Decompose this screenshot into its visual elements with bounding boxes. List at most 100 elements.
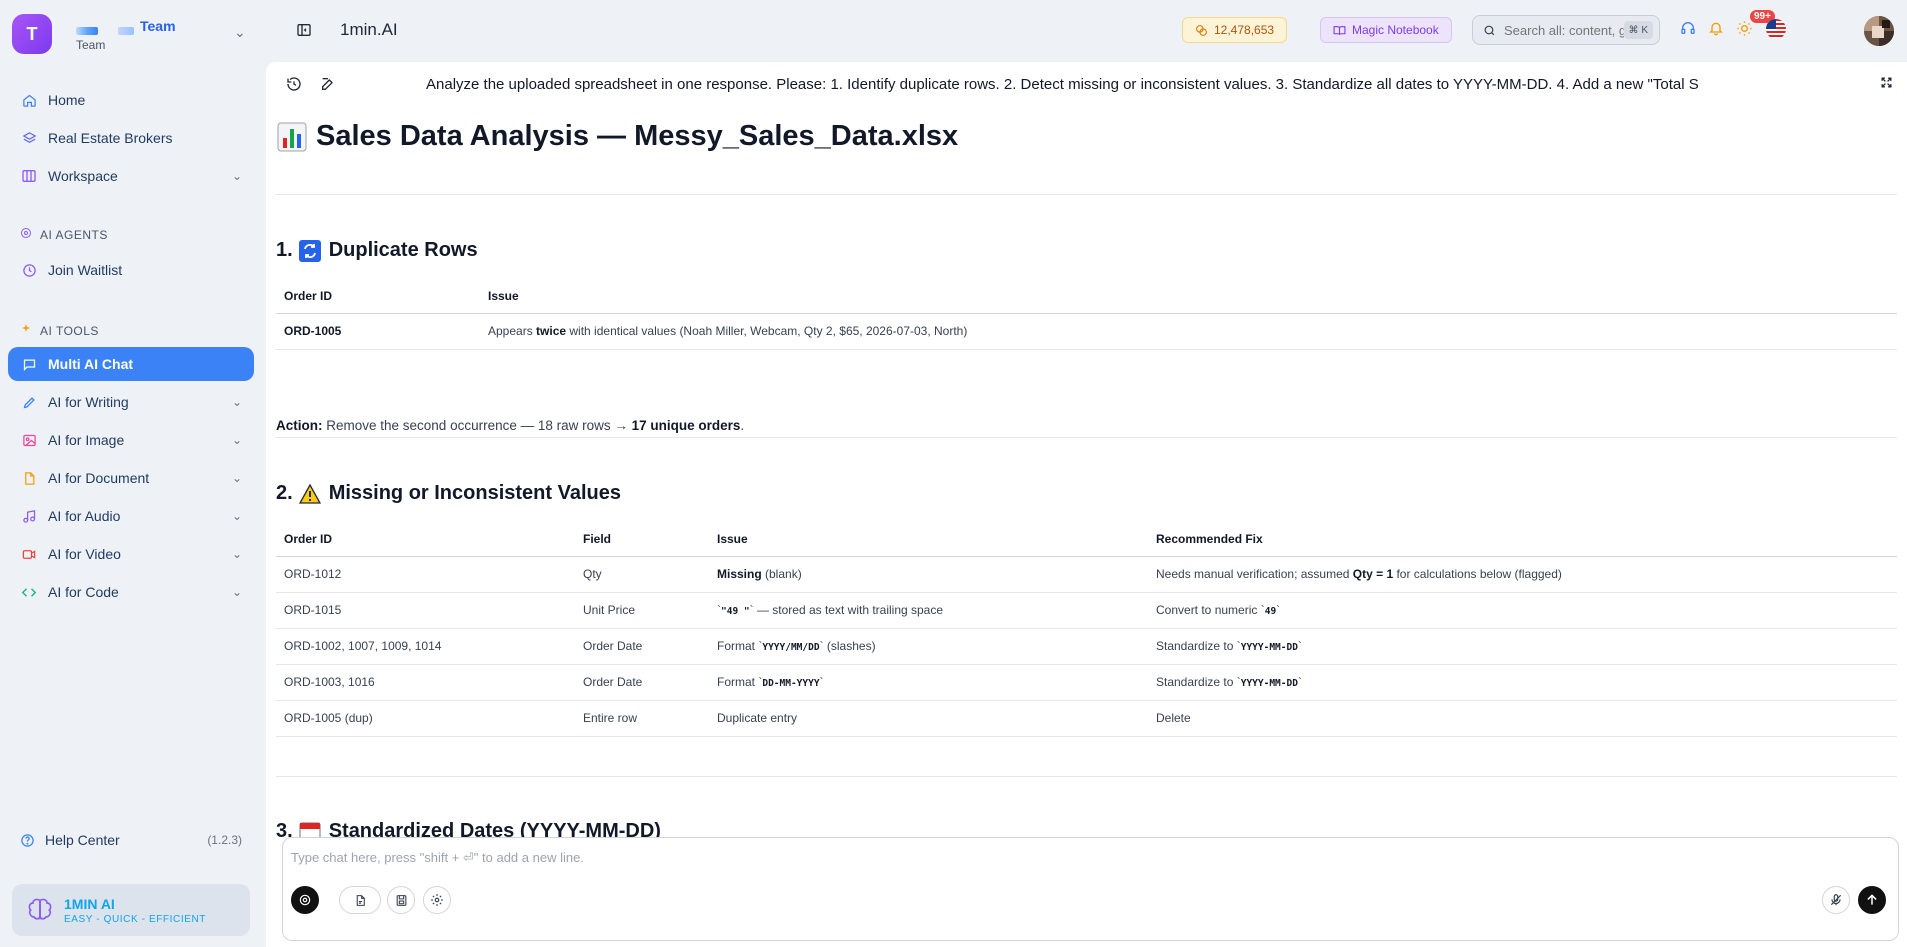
cell-bold: Missing (717, 567, 762, 581)
credits-badge[interactable]: 12,478,653 (1182, 17, 1288, 43)
table-row: ORD-1005 (dup) Entire row Duplicate entr… (276, 700, 1897, 737)
action-label: Action: (276, 418, 323, 433)
chat-header: Analyze the uploaded spreadsheet in one … (266, 62, 1907, 106)
nav-ai-image[interactable]: AI for Image ⌄ (8, 423, 254, 457)
pen-icon (20, 393, 38, 411)
magic-notebook-button[interactable]: Magic Notebook (1320, 17, 1452, 43)
nav-ai-document[interactable]: AI for Document ⌄ (8, 461, 254, 495)
document-title-text: Sales Data Analysis — Messy_Sales_Data.x… (316, 120, 959, 152)
cell-text: Needs manual verification; assumed (1156, 567, 1353, 581)
warning-icon (298, 483, 321, 505)
team-sub-label: Team (76, 38, 106, 52)
team-names[interactable]: Team Team (64, 14, 214, 54)
cell-text: Standardize to (1156, 639, 1237, 653)
sun-icon[interactable] (1736, 20, 1753, 42)
us-flag-icon[interactable] (1766, 19, 1786, 44)
nav-ai-audio-label: AI for Audio (48, 508, 121, 524)
chevron-down-icon: ⌄ (231, 395, 242, 409)
coins-icon (1195, 24, 1208, 37)
cell-text: Convert to numeric (1156, 603, 1261, 617)
nav-ai-document-label: AI for Document (48, 470, 150, 486)
team-switcher[interactable]: T (12, 14, 52, 54)
send-button[interactable] (1858, 886, 1886, 914)
table-cell: `"49 "` — stored as text with trailing s… (709, 592, 1148, 629)
new-chat-icon[interactable] (320, 76, 336, 97)
inline-code: YYYY-MM-DD (1240, 642, 1298, 653)
table-header: Field (575, 522, 709, 557)
cell-text: (slashes) (823, 639, 876, 653)
nav-ai-video[interactable]: AI for Video ⌄ (8, 537, 254, 571)
fullscreen-icon[interactable] (1880, 76, 1893, 94)
cell-text: for calculations below (flagged) (1393, 567, 1562, 581)
inline-code: DD-MM-YYYY (762, 678, 820, 689)
table-cell: Unit Price (575, 592, 709, 629)
save-prompt-button[interactable] (387, 886, 415, 914)
order-id: ORD-1005 (284, 324, 342, 338)
team-avatar[interactable]: T (12, 14, 52, 54)
nav-join-waitlist[interactable]: Join Waitlist (8, 253, 254, 287)
table-header-row: Order ID Field Issue Recommended Fix (276, 522, 1897, 557)
model-selector-button[interactable] (291, 886, 319, 914)
nav-ai-audio[interactable]: AI for Audio ⌄ (8, 499, 254, 533)
chat-input[interactable] (291, 850, 1831, 878)
brand-card[interactable]: 1MIN AI EASY - QUICK - EFFICIENT (12, 884, 250, 936)
table-cell: ORD-1003, 1016 (276, 664, 575, 701)
settings-gear-icon[interactable] (423, 886, 451, 914)
chevron-down-icon: ⌄ (231, 585, 242, 599)
sidebar-toggle-icon[interactable] (296, 22, 312, 43)
brand-tagline: EASY - QUICK - EFFICIENT (64, 913, 207, 925)
nav-workspace[interactable]: Workspace ⌄ (8, 159, 254, 193)
workspace-icon (20, 167, 38, 185)
nav-ai-code[interactable]: AI for Code ⌄ (8, 575, 254, 609)
help-center[interactable]: Help Center (1.2.3) (20, 832, 242, 848)
chevron-down-icon[interactable]: ⌄ (234, 24, 246, 41)
cell-text: Appears (488, 324, 537, 338)
chevron-down-icon: ⌄ (231, 471, 242, 485)
table-header: Issue (480, 279, 1897, 314)
section-number: 1. (276, 239, 293, 261)
mic-off-icon[interactable] (1822, 886, 1850, 914)
nav-ai-code-label: AI for Code (48, 584, 119, 600)
chat-panel: Analyze the uploaded spreadsheet in one … (266, 62, 1907, 947)
action-text: Remove the second occurrence — 18 raw ro… (322, 418, 632, 433)
table-cell: Needs manual verification; assumed Qty =… (1148, 556, 1897, 593)
inline-code: YYYY-MM-DD (1240, 678, 1298, 689)
chevron-down-icon: ⌄ (231, 433, 242, 447)
version-label: (1.2.3) (207, 833, 242, 847)
cell-text: (blank) (761, 567, 802, 581)
headphones-icon[interactable] (1680, 20, 1696, 41)
table-cell: Missing (blank) (709, 556, 1148, 593)
nav-home[interactable]: Home (8, 83, 254, 117)
table-header: Order ID (276, 279, 480, 314)
table-header: Recommended Fix (1148, 522, 1897, 557)
chevron-down-icon: ⌄ (231, 509, 242, 523)
chat-icon (20, 355, 38, 373)
repeat-icon (298, 239, 321, 262)
inline-code: YYYY/MM/DD (762, 642, 820, 653)
inline-code: "49 " (721, 606, 750, 617)
chevron-down-icon: ⌄ (231, 169, 242, 183)
search-input[interactable] (1504, 22, 1624, 38)
attach-file-button[interactable] (339, 886, 381, 914)
nav-workspace-label: Workspace (48, 168, 118, 184)
section-missing-values-heading: 2. Missing or Inconsistent Values (276, 482, 621, 505)
global-search[interactable]: ⌘ K (1472, 15, 1660, 45)
table-cell: Duplicate entry (709, 700, 1148, 737)
app-title: 1min.AI (340, 20, 398, 39)
cell-bold: Qty = 1 (1352, 567, 1394, 581)
user-avatar[interactable] (1864, 16, 1894, 46)
table-cell: Order Date (575, 628, 709, 665)
home-icon (20, 91, 38, 109)
nav-ai-writing[interactable]: AI for Writing ⌄ (8, 385, 254, 419)
nav-multi-ai-chat-label: Multi AI Chat (48, 356, 134, 372)
history-icon[interactable] (286, 76, 302, 97)
table-cell: ORD-1015 (276, 592, 575, 629)
sidebar: T Team Team ⌄ Home Real Estate Brokers W… (0, 0, 266, 947)
table-cell: Entire row (575, 700, 709, 737)
nav-multi-ai-chat[interactable]: Multi AI Chat (8, 347, 254, 381)
bell-icon[interactable] (1708, 20, 1724, 41)
nav-real-estate-brokers[interactable]: Real Estate Brokers (8, 121, 254, 155)
layers-icon (20, 129, 38, 147)
agents-icon (20, 227, 32, 242)
missing-values-table: Order ID Field Issue Recommended Fix ORD… (276, 522, 1897, 737)
